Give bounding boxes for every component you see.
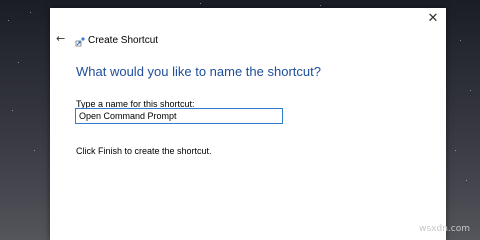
close-icon: ✕ [427, 11, 439, 26]
dialog-title: Create Shortcut [88, 35, 159, 46]
finish-instruction: Click Finish to create the shortcut. [76, 146, 212, 156]
back-arrow-icon: ← [56, 32, 66, 45]
shortcut-icon [75, 37, 85, 47]
watermark: wsxdn.com [419, 224, 470, 234]
shortcut-name-input[interactable] [75, 108, 283, 124]
page-heading: What would you like to name the shortcut… [76, 64, 321, 79]
create-shortcut-dialog: ✕ ← Create Shortcut What would you like … [50, 8, 446, 240]
close-button[interactable]: ✕ [426, 12, 440, 26]
back-button[interactable]: ← [56, 32, 70, 46]
